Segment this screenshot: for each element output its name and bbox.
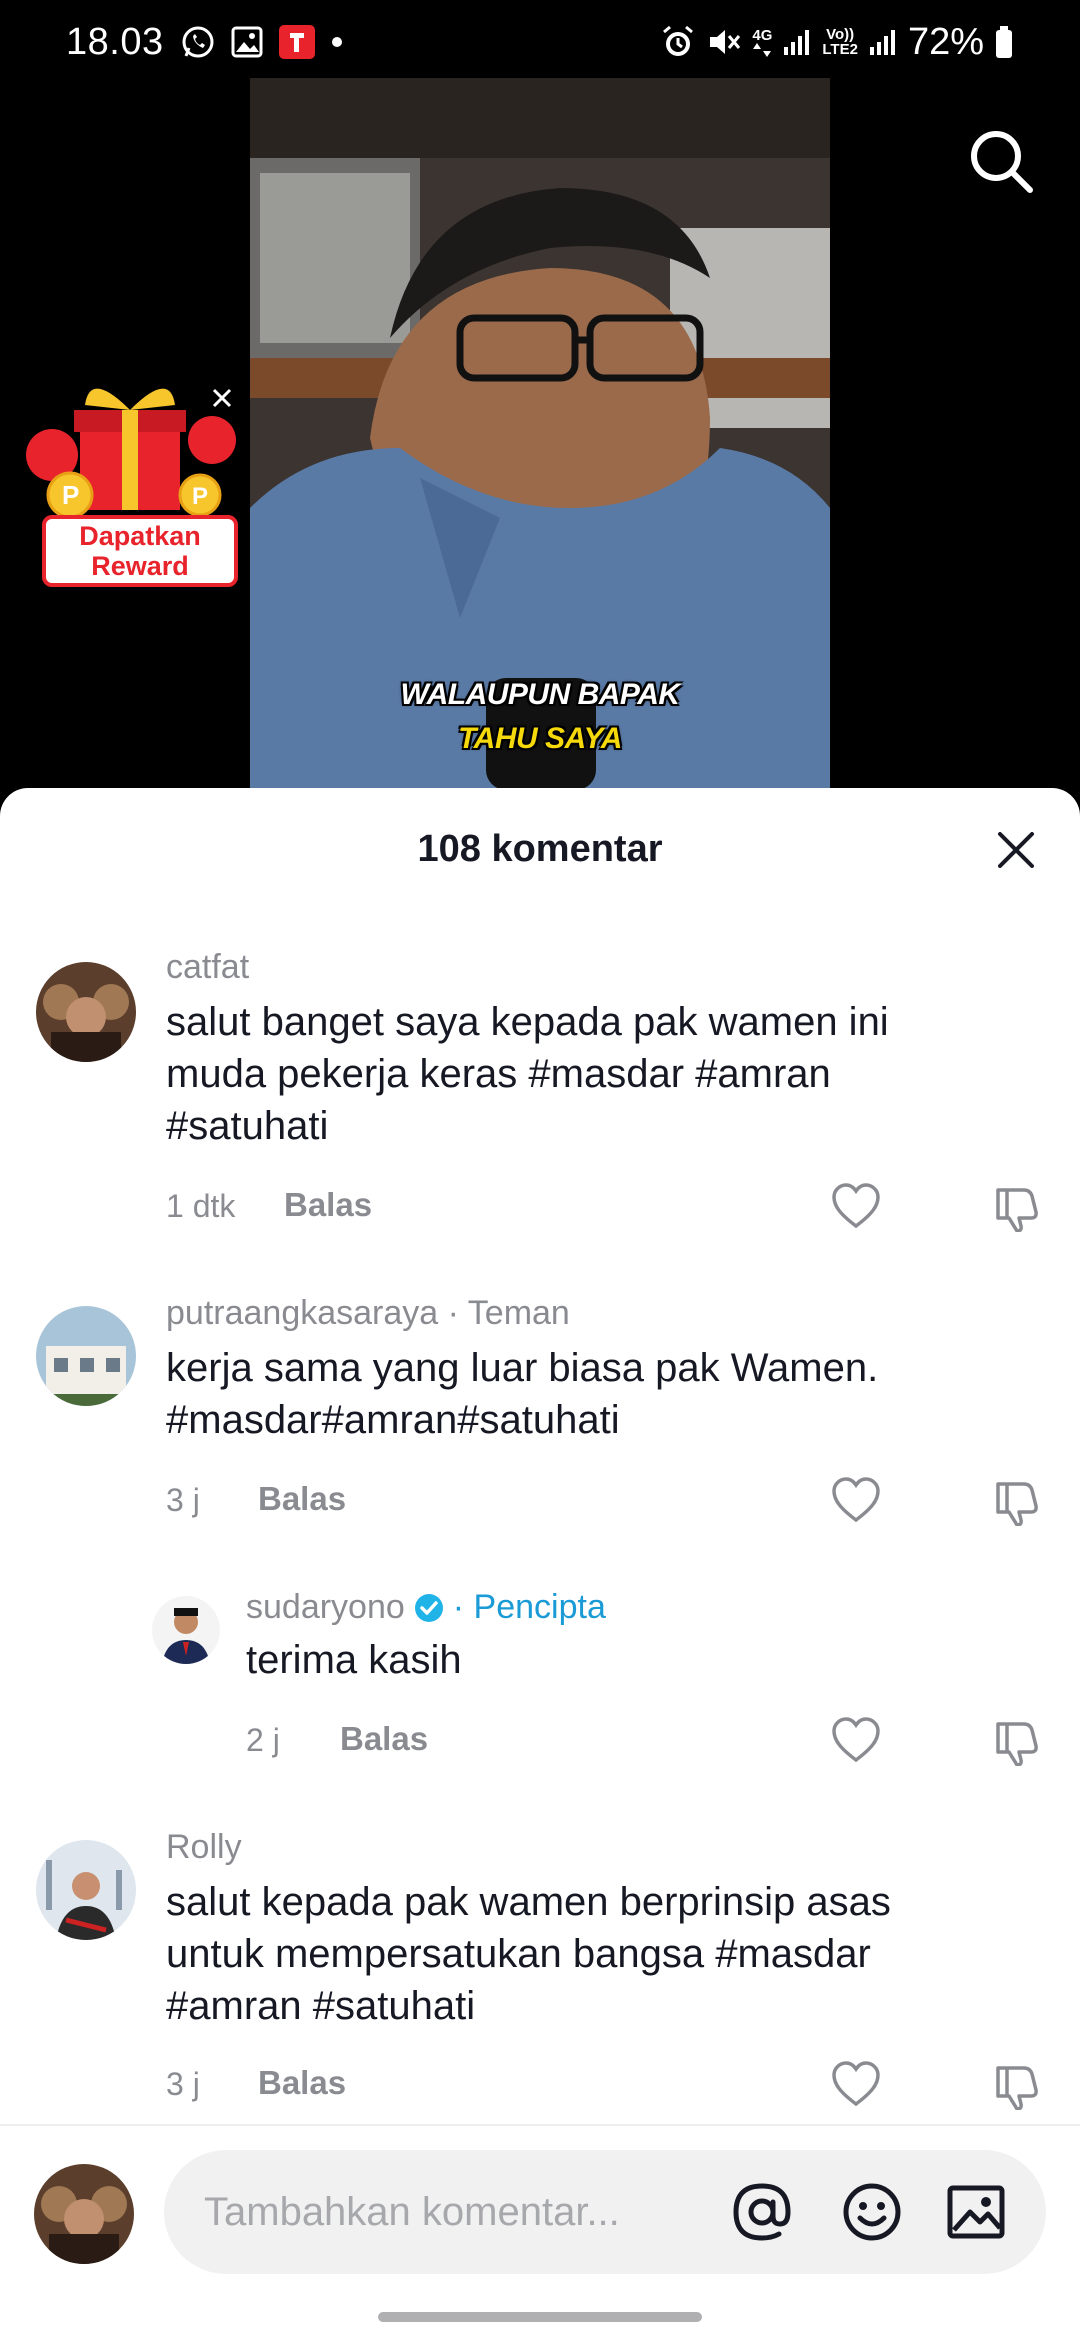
comment-username[interactable]: sudaryono · Pencipta (246, 1588, 606, 1627)
video-caption-line1: WALAUPUN BAPAK (400, 678, 680, 711)
heart-icon (832, 1183, 880, 1229)
comments-count-title: 108 komentar (417, 828, 663, 870)
mention-button[interactable] (730, 2180, 794, 2244)
signal-icon (782, 27, 812, 57)
reward-label-line1: Dapatkan (79, 521, 201, 551)
heart-icon (832, 1477, 880, 1523)
mention-icon (733, 2183, 791, 2241)
status-right: 4G Vo)) LTE2 72% (660, 21, 1014, 64)
dislike-icon (996, 1482, 1038, 1527)
dislike-icon (996, 1722, 1038, 1767)
like-button[interactable] (830, 1716, 882, 1764)
comment-time: 3 j (166, 1482, 200, 1518)
close-comments-button[interactable] (994, 828, 1038, 872)
volte-icon: Vo)) LTE2 (822, 26, 858, 58)
signal-icon (868, 27, 898, 57)
avatar[interactable] (36, 1840, 136, 1940)
heart-icon (832, 1717, 880, 1763)
network-4g-icon: 4G (752, 28, 772, 57)
dislike-icon (996, 1188, 1038, 1233)
reward-close-button[interactable] (208, 384, 236, 412)
comment-time: 3 j (166, 2066, 200, 2102)
comment-input-placeholder: Tambahkan komentar... (204, 2190, 620, 2234)
like-button[interactable] (830, 2060, 882, 2108)
like-button[interactable] (830, 1476, 882, 1524)
alarm-icon (660, 24, 696, 60)
reply-button[interactable]: Balas (258, 2064, 346, 2102)
notification-dot-icon (330, 35, 344, 49)
battery-icon (994, 25, 1014, 59)
tiktok-app-icon (278, 24, 316, 60)
reply-button[interactable]: Balas (340, 1720, 428, 1758)
whatsapp-icon (180, 24, 216, 60)
dislike-button[interactable] (992, 1718, 1044, 1767)
creator-tag: · Pencipta (452, 1588, 606, 1626)
friend-tag: · Teman (447, 1294, 570, 1332)
image-button[interactable] (944, 2180, 1008, 2244)
dislike-button[interactable] (992, 1478, 1044, 1527)
close-icon (212, 388, 232, 408)
comment-time: 2 j (246, 1722, 280, 1758)
like-button[interactable] (830, 1182, 882, 1230)
comment-username[interactable]: putraangkasaraya · Teman (166, 1294, 570, 1333)
reward-label[interactable]: Dapatkan Reward (42, 515, 238, 587)
svg-text:P: P (62, 480, 79, 510)
comment-input[interactable]: Tambahkan komentar... (164, 2150, 1046, 2274)
reward-label-line2: Reward (91, 551, 189, 581)
home-indicator[interactable] (378, 2312, 702, 2322)
search-button[interactable] (966, 126, 1036, 196)
verified-badge-icon (414, 1593, 443, 1622)
reply-button[interactable]: Balas (284, 1186, 372, 1224)
comments-sheet: 108 komentar catfat salut banget saya ke… (0, 788, 1080, 2340)
mute-icon (706, 24, 742, 60)
comment-text: salut banget saya kepada pak wamen ini m… (166, 1000, 889, 1148)
comment-username[interactable]: catfat (166, 948, 249, 987)
status-bar: 18.03 4G Vo)) LTE2 72% (0, 0, 1080, 84)
dislike-icon (996, 2066, 1038, 2111)
battery-percent: 72% (907, 20, 984, 63)
image-icon (947, 2185, 1005, 2239)
comment-text: terima kasih (246, 1638, 462, 1682)
dislike-button[interactable] (992, 1184, 1044, 1233)
reply-button[interactable]: Balas (258, 1480, 346, 1518)
avatar[interactable] (152, 1596, 220, 1664)
heart-icon (832, 2061, 880, 2107)
video-caption-line2: TAHU SAYA (458, 722, 622, 755)
emoji-button[interactable] (840, 2180, 904, 2244)
svg-text:P: P (192, 483, 208, 510)
comment-username[interactable]: Rolly (166, 1828, 242, 1867)
search-icon (971, 131, 1033, 193)
avatar[interactable] (36, 1306, 136, 1406)
comment-text: kerja sama yang luar biasa pak Wamen. #m… (166, 1346, 879, 1442)
close-icon (998, 832, 1034, 868)
emoji-icon (843, 2183, 901, 2241)
dislike-button[interactable] (992, 2062, 1044, 2111)
gallery-icon (230, 25, 264, 59)
notification-icons (180, 24, 344, 60)
comment-text: salut kepada pak wamen berprinsip asas u… (166, 1880, 891, 2028)
input-divider (0, 2124, 1080, 2126)
status-time: 18.03 (66, 20, 164, 63)
comment-time: 1 dtk (166, 1188, 236, 1224)
avatar[interactable] (36, 962, 136, 1062)
current-user-avatar (34, 2164, 134, 2264)
